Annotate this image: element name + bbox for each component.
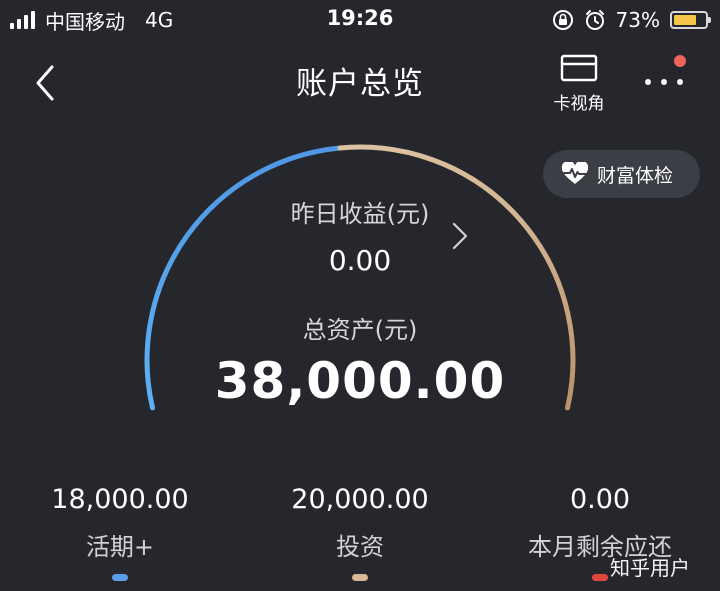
notification-dot <box>674 55 686 67</box>
summary-investment[interactable]: 20,000.00 投资 <box>240 484 480 562</box>
chevron-right-icon[interactable] <box>448 218 472 254</box>
summary-label: 投资 <box>336 533 384 561</box>
total-assets-label: 总资产(元) <box>302 316 418 344</box>
summary-label: 活期+ <box>85 533 155 561</box>
card-view-label: 卡视角 <box>553 94 605 114</box>
investment-color-marker <box>352 574 368 581</box>
card-icon <box>560 54 598 82</box>
summary-repayment[interactable]: 0.00 本月剩余应还 <box>480 484 720 562</box>
demand-color-marker <box>112 574 128 581</box>
watermark: 知乎用户 <box>610 556 690 580</box>
repayment-color-marker <box>592 574 608 581</box>
summary-amount: 18,000.00 <box>51 484 189 515</box>
yesterday-earnings-value[interactable]: 0.00 <box>0 244 720 277</box>
rotation-lock-icon <box>552 10 573 30</box>
total-assets-value: 38,000.00 <box>214 352 506 410</box>
status-bar-right: 73% <box>552 6 711 34</box>
summary-demand[interactable]: 18,000.00 活期+ <box>0 484 240 562</box>
battery-icon <box>670 11 711 29</box>
summary-amount: 20,000.00 <box>291 484 429 515</box>
heartbeat-icon <box>561 162 589 184</box>
yesterday-earnings-label[interactable]: 昨日收益(元) <box>0 194 720 229</box>
battery-fill <box>674 15 696 25</box>
more-dots-icon[interactable] <box>640 62 688 98</box>
battery-percent: 73% <box>615 8 660 32</box>
alarm-icon <box>585 10 604 30</box>
card-view-button[interactable]: 卡视角 <box>548 54 610 114</box>
page-title: 账户总览 <box>296 66 424 102</box>
summary-amount: 0.00 <box>569 484 631 515</box>
wealth-check-button[interactable]: 财富体检 <box>543 150 700 198</box>
wealth-check-label: 财富体检 <box>597 164 674 187</box>
